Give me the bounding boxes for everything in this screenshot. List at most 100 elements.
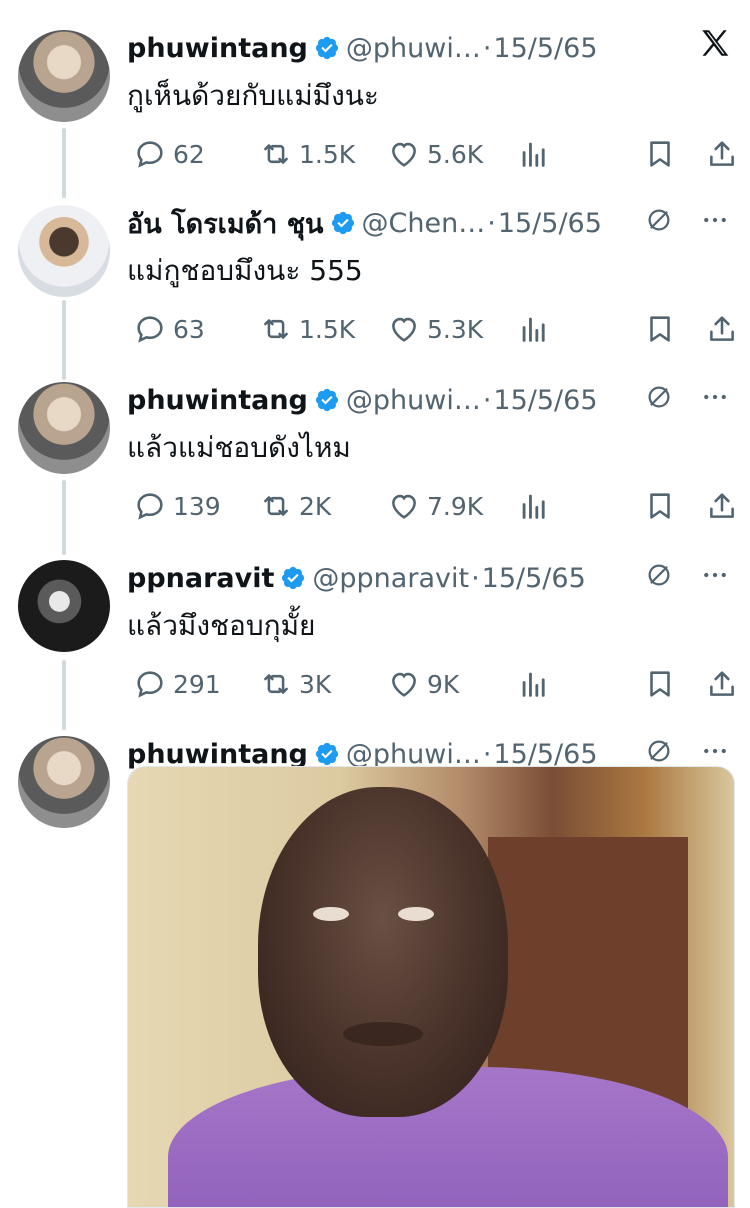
author-handle[interactable]: @ppnaravit bbox=[312, 563, 469, 594]
verified-badge-icon bbox=[314, 387, 340, 413]
likes-count: 5.6K bbox=[427, 139, 484, 169]
like-button[interactable]: 7.9K bbox=[381, 489, 511, 523]
retweet-icon bbox=[259, 137, 293, 171]
author-handle[interactable]: @phuwi… bbox=[346, 33, 481, 64]
separator-dot: · bbox=[482, 32, 492, 64]
avatar[interactable] bbox=[18, 382, 110, 474]
views-chart-icon bbox=[517, 667, 551, 701]
tweet-date[interactable]: 15/5/65 bbox=[493, 739, 597, 770]
retweet-icon bbox=[259, 667, 293, 701]
bookmark-button[interactable] bbox=[637, 667, 677, 701]
heart-icon bbox=[387, 667, 421, 701]
reply-icon bbox=[133, 137, 167, 171]
tweet-header: phuwintang @phuwi… · 15/5/65 bbox=[127, 380, 730, 420]
bookmark-button[interactable] bbox=[637, 137, 677, 171]
tweet-header: ppnaravit @ppnaravit · 15/5/65 bbox=[127, 558, 730, 598]
share-icon bbox=[705, 137, 739, 171]
reply-icon bbox=[133, 312, 167, 346]
share-icon bbox=[705, 489, 739, 523]
tweet-actions: 139 2K 7.9K bbox=[127, 486, 737, 526]
tweet-text: แม่กูชอบมึงนะ 555 bbox=[127, 254, 363, 287]
grok-icon[interactable] bbox=[644, 560, 674, 597]
retweets-count: 1.5K bbox=[299, 139, 356, 169]
more-options-icon[interactable] bbox=[700, 560, 730, 597]
header-actions bbox=[644, 380, 730, 420]
author-handle[interactable]: @phuwi… bbox=[346, 385, 481, 416]
thread-line bbox=[62, 300, 66, 380]
tweet-date[interactable]: 15/5/65 bbox=[493, 385, 597, 416]
reply-button[interactable]: 291 bbox=[127, 667, 253, 701]
reply-button[interactable]: 139 bbox=[127, 489, 253, 523]
bookmark-icon bbox=[643, 667, 677, 701]
retweet-button[interactable]: 1.5K bbox=[253, 137, 381, 171]
views-chart-icon bbox=[517, 137, 551, 171]
replies-count: 62 bbox=[173, 139, 205, 169]
thread-line bbox=[62, 480, 66, 555]
author-name[interactable]: ppnaravit bbox=[127, 563, 274, 594]
share-icon bbox=[705, 312, 739, 346]
tweet-actions: 63 1.5K 5.3K bbox=[127, 309, 737, 349]
more-options-icon[interactable] bbox=[700, 205, 730, 242]
tweet-date[interactable]: 15/5/65 bbox=[482, 563, 586, 594]
retweet-button[interactable]: 1.5K bbox=[253, 312, 381, 346]
avatar[interactable] bbox=[18, 30, 110, 122]
replies-count: 291 bbox=[173, 669, 221, 699]
share-icon bbox=[705, 667, 739, 701]
like-button[interactable]: 5.3K bbox=[381, 312, 511, 346]
replies-count: 63 bbox=[173, 314, 205, 344]
verified-badge-icon bbox=[314, 35, 340, 61]
likes-count: 5.3K bbox=[427, 314, 484, 344]
reply-icon bbox=[133, 489, 167, 523]
author-name[interactable]: phuwintang bbox=[127, 385, 308, 416]
retweets-count: 2K bbox=[299, 491, 332, 521]
views-button[interactable] bbox=[511, 489, 635, 523]
share-button[interactable] bbox=[699, 312, 739, 346]
like-button[interactable]: 9K bbox=[381, 667, 511, 701]
separator-dot: · bbox=[482, 384, 492, 416]
author-name[interactable]: อัน โดรเมด้า ชุน bbox=[127, 202, 324, 245]
grok-icon[interactable] bbox=[644, 205, 674, 242]
retweets-count: 1.5K bbox=[299, 314, 356, 344]
share-button[interactable] bbox=[699, 489, 739, 523]
tweet-date[interactable]: 15/5/65 bbox=[498, 208, 602, 239]
tweet-text: แล้วแม่ชอบดังไหม bbox=[127, 431, 351, 464]
retweet-button[interactable]: 3K bbox=[253, 667, 381, 701]
heart-icon bbox=[387, 137, 421, 171]
views-button[interactable] bbox=[511, 667, 635, 701]
tweet-header: phuwintang @phuwi… · 15/5/65 bbox=[127, 28, 730, 68]
bookmark-button[interactable] bbox=[637, 489, 677, 523]
share-button[interactable] bbox=[699, 137, 739, 171]
likes-count: 7.9K bbox=[427, 491, 484, 521]
views-chart-icon bbox=[517, 489, 551, 523]
avatar[interactable] bbox=[18, 736, 110, 828]
separator-dot: · bbox=[471, 562, 480, 594]
retweet-icon bbox=[259, 312, 293, 346]
more-options-icon[interactable] bbox=[700, 382, 730, 419]
avatar[interactable] bbox=[18, 560, 110, 652]
retweet-button[interactable]: 2K bbox=[253, 489, 381, 523]
author-name[interactable]: phuwintang bbox=[127, 739, 308, 770]
separator-dot: · bbox=[482, 738, 492, 770]
avatar[interactable] bbox=[18, 205, 110, 297]
replies-count: 139 bbox=[173, 491, 221, 521]
tweet-header: อัน โดรเมด้า ชุน @Chen… · 15/5/65 bbox=[127, 203, 730, 243]
tweet-date[interactable]: 15/5/65 bbox=[493, 33, 597, 64]
author-name[interactable]: phuwintang bbox=[127, 33, 308, 64]
share-button[interactable] bbox=[699, 667, 739, 701]
bookmark-button[interactable] bbox=[637, 312, 677, 346]
heart-icon bbox=[387, 489, 421, 523]
reply-button[interactable]: 62 bbox=[127, 137, 253, 171]
tweet-media-image[interactable] bbox=[127, 766, 735, 1208]
retweet-icon bbox=[259, 489, 293, 523]
reply-button[interactable]: 63 bbox=[127, 312, 253, 346]
views-button[interactable] bbox=[511, 312, 635, 346]
grok-icon[interactable] bbox=[644, 382, 674, 419]
author-handle[interactable]: @Chen… bbox=[362, 208, 486, 239]
bookmark-icon bbox=[643, 489, 677, 523]
views-button[interactable] bbox=[511, 137, 635, 171]
like-button[interactable]: 5.6K bbox=[381, 137, 511, 171]
bookmark-icon bbox=[643, 137, 677, 171]
retweets-count: 3K bbox=[299, 669, 332, 699]
likes-count: 9K bbox=[427, 669, 460, 699]
author-handle[interactable]: @phuwi… bbox=[346, 739, 481, 770]
